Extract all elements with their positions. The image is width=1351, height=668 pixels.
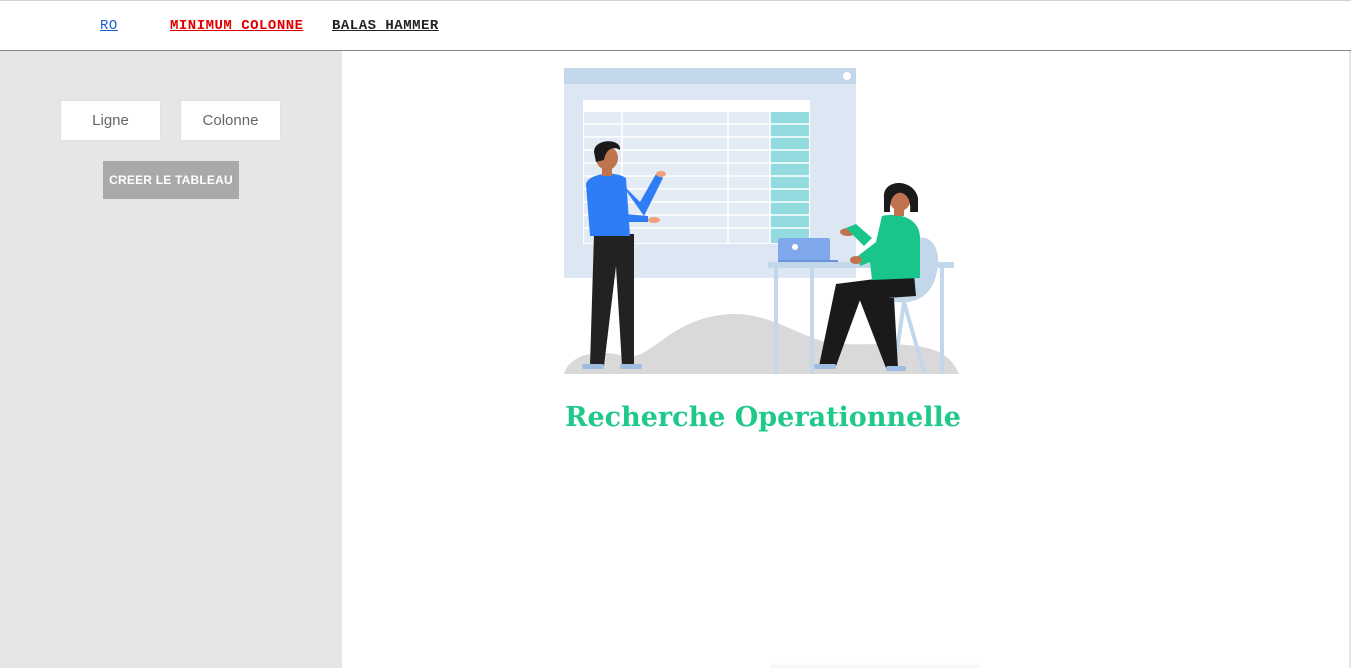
ligne-input[interactable]	[60, 100, 161, 141]
colonne-input[interactable]	[180, 100, 281, 141]
nav-link-minimum-colonne[interactable]: MINIMUM COLONNE	[170, 18, 304, 34]
page-title: Recherche Operationnelle	[565, 402, 961, 433]
spreadsheet-meeting-illustration	[564, 68, 959, 374]
nav-link-balas-hammer[interactable]: BALAS HAMMER	[332, 18, 439, 34]
create-table-button[interactable]: CREER LE TABLEAU	[103, 161, 239, 199]
main-content: Recherche Operationnelle	[342, 51, 1349, 668]
bottom-shadow-divider	[770, 663, 980, 668]
sidebar-form-panel: CREER LE TABLEAU	[0, 51, 342, 668]
top-navbar: RO MINIMUM COLONNE BALAS HAMMER	[0, 0, 1351, 51]
nav-link-ro[interactable]: RO	[100, 18, 118, 34]
